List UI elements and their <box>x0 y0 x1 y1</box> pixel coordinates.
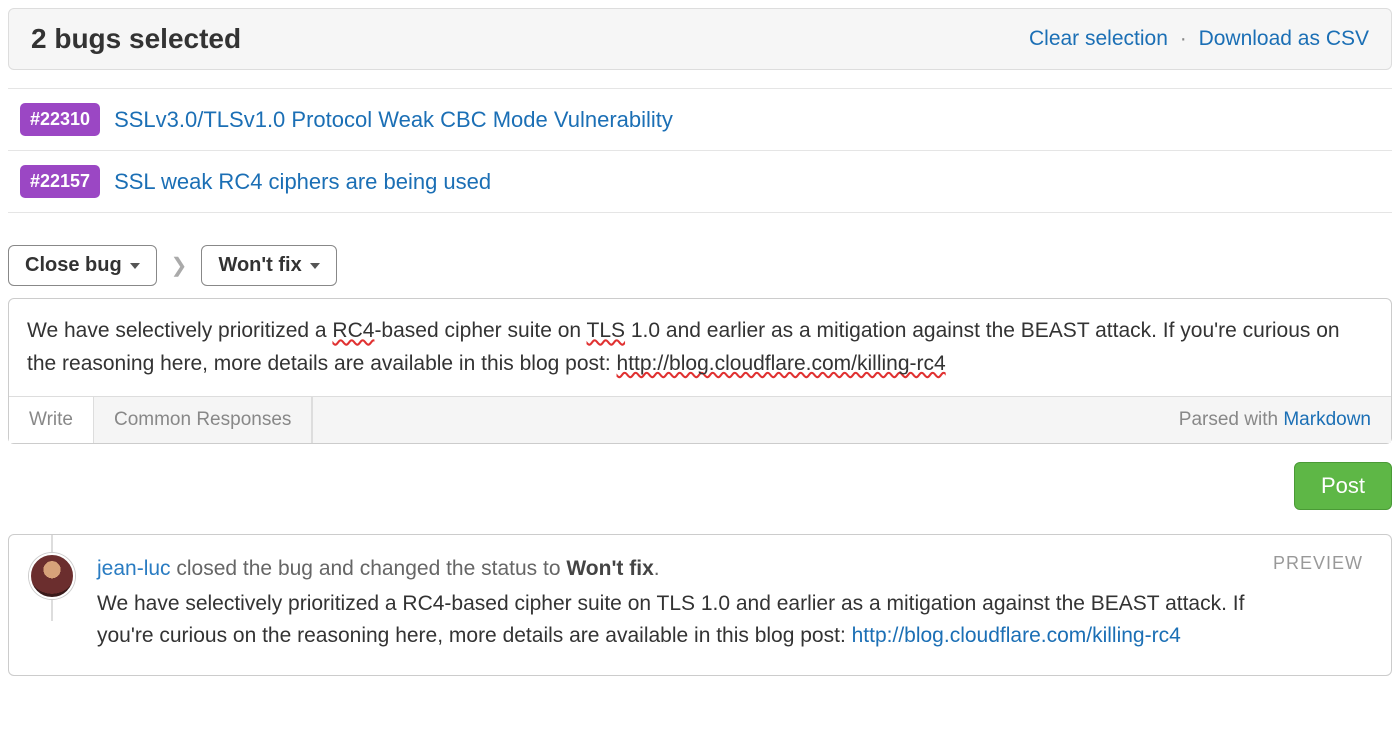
wont-fix-dropdown[interactable]: Won't fix <box>201 245 336 286</box>
bug-row: #22310 SSLv3.0/TLSv1.0 Protocol Weak CBC… <box>8 89 1392 150</box>
timeline <box>29 553 75 599</box>
comment-textarea[interactable]: We have selectively prioritized a RC4-ba… <box>9 299 1391 396</box>
preview-link[interactable]: http://blog.cloudflare.com/killing-rc4 <box>852 624 1181 647</box>
bug-list: #22310 SSLv3.0/TLSv1.0 Protocol Weak CBC… <box>8 88 1392 213</box>
parsed-with-label: Parsed with Markdown <box>312 397 1391 443</box>
preview-text: jean-luc closed the bug and changed the … <box>97 553 1265 653</box>
bug-title-link[interactable]: SSLv3.0/TLSv1.0 Protocol Weak CBC Mode V… <box>114 107 673 133</box>
tab-common-responses[interactable]: Common Responses <box>94 397 312 443</box>
bug-row: #22157 SSL weak RC4 ciphers are being us… <box>8 150 1392 212</box>
spellcheck-word: TLS <box>587 319 626 342</box>
editor-tabs: Write Common Responses Parsed with Markd… <box>9 396 1391 443</box>
comment-editor: We have selectively prioritized a RC4-ba… <box>8 298 1392 444</box>
preview-user[interactable]: jean-luc <box>97 557 171 580</box>
clear-selection-link[interactable]: Clear selection <box>1029 27 1168 50</box>
close-bug-dropdown[interactable]: Close bug <box>8 245 157 286</box>
bug-id-badge[interactable]: #22157 <box>20 165 100 198</box>
preview-panel: PREVIEW jean-luc closed the bug and chan… <box>8 534 1392 676</box>
preview-body: jean-luc closed the bug and changed the … <box>29 553 1265 653</box>
caret-down-icon <box>310 263 320 269</box>
post-button[interactable]: Post <box>1294 462 1392 510</box>
preview-status: Won't fix <box>566 557 653 580</box>
selection-actions: Clear selection · Download as CSV <box>1029 27 1369 51</box>
spellcheck-url: http://blog.cloudflare.com/killing-rc4 <box>617 352 946 375</box>
caret-down-icon <box>130 263 140 269</box>
preview-message: We have selectively prioritized a RC4-ba… <box>97 588 1265 653</box>
wont-fix-label: Won't fix <box>218 254 301 277</box>
tab-write[interactable]: Write <box>9 397 94 443</box>
action-row: Close bug ❯ Won't fix <box>8 245 1392 286</box>
chevron-right-icon: ❯ <box>171 253 188 278</box>
spellcheck-word: RC4 <box>332 319 374 342</box>
avatar <box>29 553 75 599</box>
bug-title-link[interactable]: SSL weak RC4 ciphers are being used <box>114 169 491 195</box>
preview-label: PREVIEW <box>1265 553 1371 574</box>
selection-title: 2 bugs selected <box>31 23 241 55</box>
separator-dot: · <box>1180 27 1187 50</box>
markdown-link[interactable]: Markdown <box>1283 409 1371 430</box>
preview-action-line: jean-luc closed the bug and changed the … <box>97 553 1265 586</box>
close-bug-label: Close bug <box>25 254 122 277</box>
download-csv-link[interactable]: Download as CSV <box>1199 27 1369 50</box>
post-row: Post <box>8 462 1392 510</box>
bug-id-badge[interactable]: #22310 <box>20 103 100 136</box>
selection-bar: 2 bugs selected Clear selection · Downlo… <box>8 8 1392 70</box>
